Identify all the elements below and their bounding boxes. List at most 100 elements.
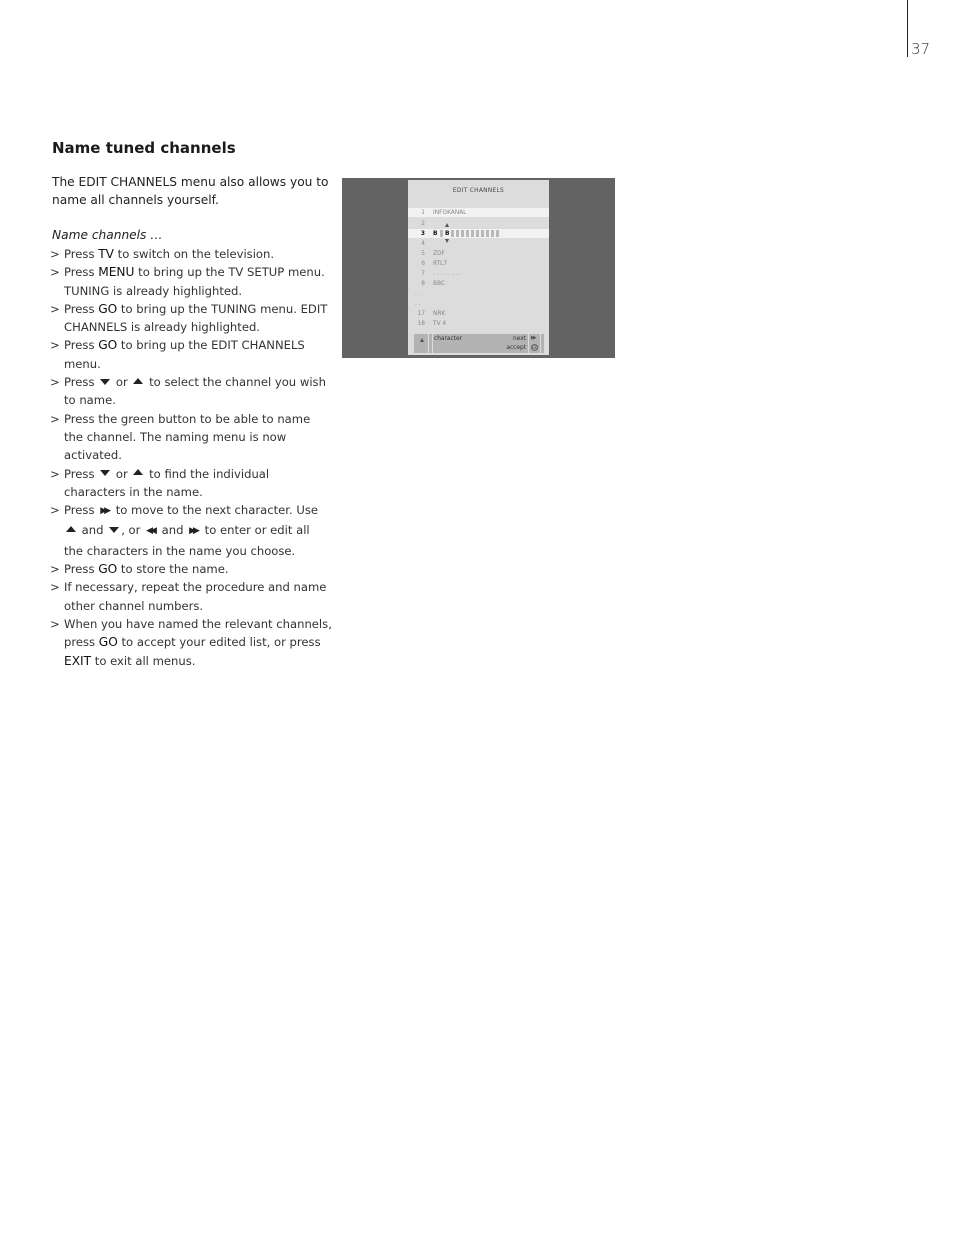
menu-title: EDIT CHANNELS <box>452 186 505 194</box>
section-title: Name tuned channels <box>52 139 236 157</box>
channel-number: 1 <box>421 208 425 216</box>
empty-character-cell <box>456 230 459 237</box>
channel-row[interactable]: 5 ZDF <box>408 249 549 258</box>
bar-divider <box>540 334 541 353</box>
up-arrow-icon <box>133 469 144 476</box>
channel-name: BBC <box>433 279 445 287</box>
menu-footer-bar: character next accept ▶▶ GO <box>414 334 544 353</box>
up-arrow-icon <box>133 377 144 384</box>
step-marker: > <box>50 301 60 316</box>
up-arrow-icon <box>445 223 449 227</box>
channel-name: NRK <box>433 309 446 317</box>
step-text: to accept your edited list, or press <box>117 635 321 650</box>
step-item: > Press GO to store the name. <box>50 560 332 578</box>
empty-character-cell <box>486 230 489 237</box>
step-marker: > <box>50 247 60 261</box>
step-text: Press <box>64 247 99 261</box>
button-name: GO <box>98 562 118 577</box>
channel-name: . . . . . . . . <box>433 269 461 277</box>
empty-character-cell <box>491 230 494 237</box>
list-ellipsis: . . <box>415 299 421 307</box>
step-marker: > <box>50 375 60 390</box>
channel-number: 2 <box>421 219 425 227</box>
step-item: > Press GO to bring up the TUNING menu. E… <box>50 300 332 337</box>
channel-row[interactable]: 18 TV 4 <box>408 319 549 328</box>
bar-divider <box>528 334 529 353</box>
channel-row[interactable]: 8 BBC <box>408 279 549 288</box>
channel-row[interactable]: 1 INFOKANAL <box>408 208 549 217</box>
step-text: Press <box>64 562 99 577</box>
button-name: GO <box>98 338 118 353</box>
editing-character: B <box>445 229 450 237</box>
up-arrow-icon <box>420 338 424 342</box>
step-text: Press the green button to be able to nam… <box>64 411 311 463</box>
up-arrow-icon <box>66 525 76 532</box>
channel-name: INFOKANAL <box>433 208 467 216</box>
next-label: next <box>513 334 526 342</box>
button-name: GO <box>98 635 118 650</box>
step-marker: > <box>50 616 60 631</box>
step-marker: > <box>50 503 60 518</box>
channel-name: TV 4 <box>433 319 447 327</box>
step-text: Press <box>64 503 99 518</box>
rewind-icon: ◀◀ <box>146 526 157 537</box>
tv-screen-illustration: EDIT CHANNELS character next accept ▶▶ G… <box>342 178 615 358</box>
edit-channels-menu: EDIT CHANNELS character next accept ▶▶ G… <box>408 180 549 355</box>
channel-number: 4 <box>421 239 425 247</box>
step-marker: > <box>50 580 60 595</box>
empty-character-cell <box>476 230 479 237</box>
step-marker: > <box>50 265 60 280</box>
step-marker: > <box>50 411 60 426</box>
channel-name: B <box>433 229 438 237</box>
down-arrow-icon <box>100 470 111 477</box>
step-item: > Press or to select the channel you wish… <box>50 373 332 410</box>
go-icon: GO <box>531 344 538 351</box>
channel-number: 8 <box>421 279 425 287</box>
channel-number: 7 <box>421 269 425 277</box>
step-item: > Press the green button to be able to na… <box>50 410 332 465</box>
step-text: to move to the next character. Use <box>112 503 319 518</box>
step-marker: > <box>50 466 60 481</box>
channel-row[interactable]: 2 <box>408 219 549 228</box>
step-text: to store the name. <box>117 562 229 577</box>
channel-row[interactable]: 7 . . . . . . . . <box>408 269 549 278</box>
fast-forward-icon: ▶▶ <box>100 506 111 517</box>
step-text: Press <box>64 301 99 316</box>
step-text: If necessary, repeat the procedure and n… <box>64 580 327 613</box>
empty-character-cell <box>461 230 464 237</box>
step-text: to exit all menus. <box>91 653 196 668</box>
step-text: to switch on the television. <box>114 247 275 261</box>
channel-number: 18 <box>417 319 425 327</box>
down-arrow-icon <box>100 378 111 385</box>
fast-forward-icon: ▶▶ <box>189 526 200 537</box>
channel-row[interactable]: 6 RTL7 <box>408 259 549 268</box>
button-name: EXIT <box>64 653 92 668</box>
empty-character-cell <box>496 230 499 237</box>
step-item: > Press GO to bring up the EDIT CHANNELS … <box>50 336 332 373</box>
page-rule <box>907 0 908 57</box>
step-text: , or <box>121 523 145 538</box>
empty-character-cell <box>481 230 484 237</box>
step-item: > Press ▶▶ to move to the next character.… <box>50 501 332 560</box>
empty-character-cell <box>471 230 474 237</box>
channel-number: 6 <box>421 259 425 267</box>
channel-number: 5 <box>421 249 425 257</box>
bar-divider <box>432 334 433 353</box>
intro-paragraph: The EDIT CHANNELS menu also allows you t… <box>52 175 329 208</box>
page-number: 37 <box>911 40 931 58</box>
channel-row[interactable]: 3BB <box>408 223 549 243</box>
step-item: > If necessary, repeat the procedure and … <box>50 578 332 615</box>
step-text: Press <box>64 338 99 353</box>
step-marker: > <box>50 562 60 577</box>
channel-row[interactable]: 17 NRK <box>408 309 549 318</box>
empty-character-cell <box>451 230 454 237</box>
channel-number: 17 <box>417 309 425 317</box>
step-text: or <box>112 466 132 481</box>
channel-row[interactable]: 4 <box>408 239 549 248</box>
step-text: Press <box>64 265 99 280</box>
step-marker: > <box>50 338 60 353</box>
step-text: and <box>78 523 108 538</box>
step-item: > Press MENU to bring up the TV SETUP men… <box>50 263 332 300</box>
step-text: or <box>112 375 132 390</box>
steps-list: > Press TV to switch on the television. > P… <box>50 245 332 670</box>
